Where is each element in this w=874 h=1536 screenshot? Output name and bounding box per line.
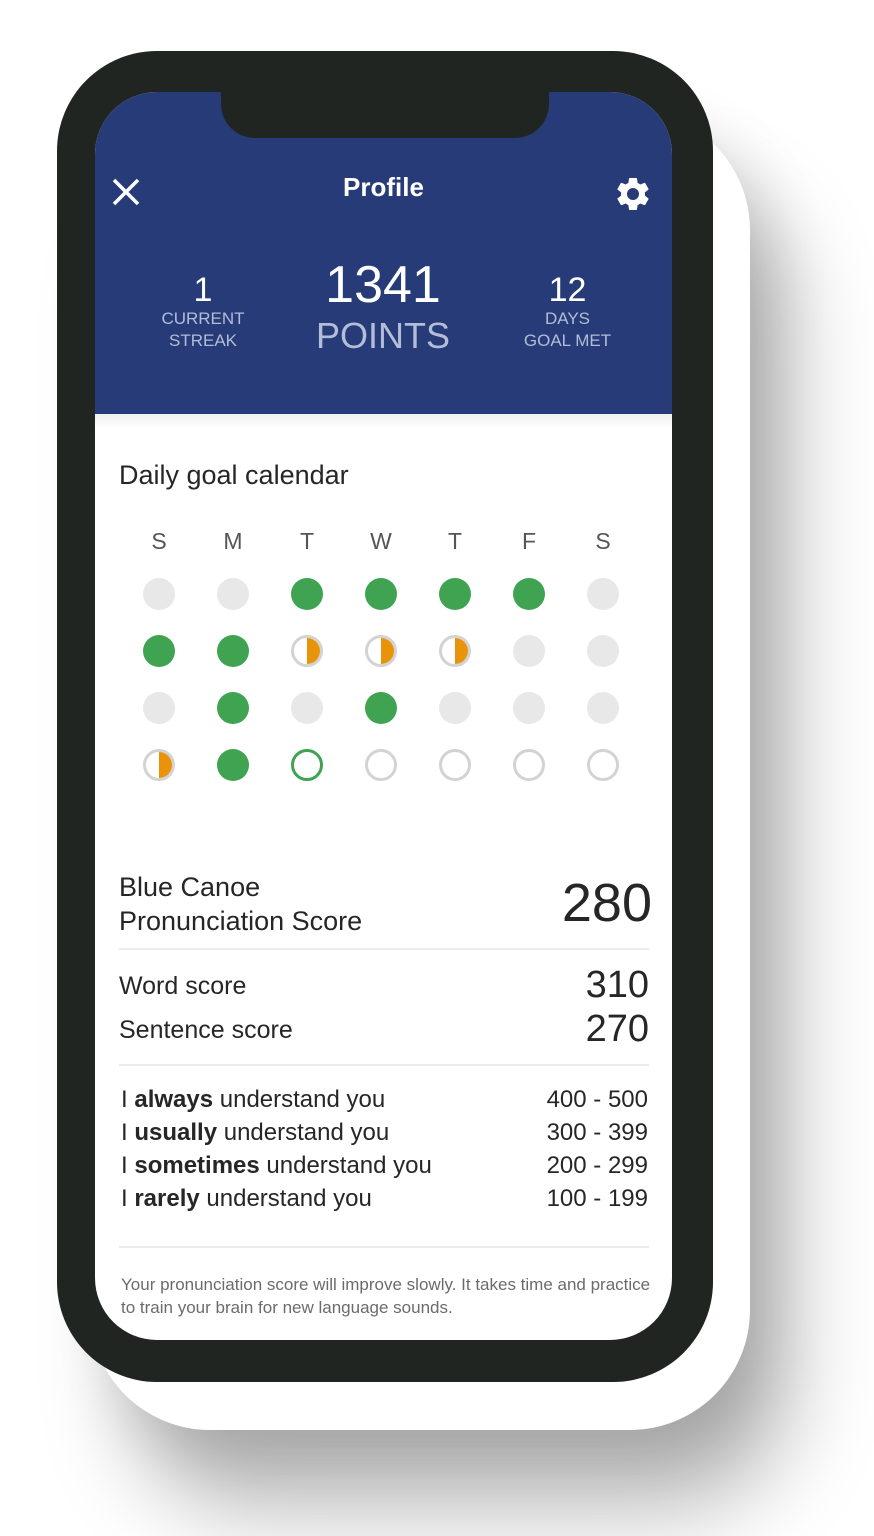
weekday-label: F xyxy=(521,528,537,554)
weekday-label: S xyxy=(595,528,611,554)
score-level-row: I sometimes understand you 200 - 299 xyxy=(121,1152,648,1180)
calendar-day-partial[interactable] xyxy=(291,635,323,667)
word-score-value: 310 xyxy=(585,964,649,1006)
word-score-row: Word score 310 xyxy=(119,964,649,1006)
level-prefix: I xyxy=(121,1152,128,1179)
calendar-day-met[interactable] xyxy=(365,578,397,610)
calendar-day-met[interactable] xyxy=(513,578,545,610)
level-range: 300 - 399 xyxy=(546,1119,648,1146)
score-level-row: I rarely understand you 100 - 199 xyxy=(121,1185,648,1213)
level-prefix: I xyxy=(121,1119,128,1146)
word-score-label: Word score xyxy=(119,972,247,1000)
gear-icon xyxy=(617,177,649,210)
calendar-day-empty[interactable] xyxy=(513,692,545,724)
settings-button[interactable] xyxy=(613,174,653,214)
score-title-line2: Pronunciation Score xyxy=(119,906,363,936)
streak-label-2: STREAK xyxy=(168,331,238,350)
divider xyxy=(119,1064,649,1066)
calendar-day-met[interactable] xyxy=(439,578,471,610)
calendar-day-future[interactable] xyxy=(439,749,471,781)
calendar-title: Daily goal calendar xyxy=(119,460,349,490)
points-stat: 1341 POINTS xyxy=(293,256,473,356)
level-range: 400 - 500 xyxy=(546,1086,648,1113)
days-goal-met-stat: 12 DAYS GOAL MET xyxy=(505,272,630,352)
weekday-label: W xyxy=(370,528,392,554)
level-suffix: understand you xyxy=(223,1119,390,1146)
level-suffix: understand you xyxy=(206,1185,372,1212)
score-title-line1: Blue Canoe xyxy=(119,872,261,902)
level-emphasis: always xyxy=(134,1086,214,1113)
calendar-day-met[interactable] xyxy=(217,749,249,781)
score-level-row: I usually understand you 300 - 399 xyxy=(121,1119,648,1147)
footnote: Your pronunciation score will improve sl… xyxy=(121,1275,651,1317)
calendar-day-empty[interactable] xyxy=(143,578,175,610)
days-label-2: GOAL MET xyxy=(523,331,612,350)
calendar-day-future[interactable] xyxy=(513,749,545,781)
streak-label-1: CURRENT xyxy=(161,309,245,328)
level-emphasis: rarely xyxy=(134,1185,200,1212)
calendar-day-partial[interactable] xyxy=(365,635,397,667)
level-prefix: I xyxy=(121,1086,128,1113)
divider xyxy=(119,948,649,950)
calendar-day-empty[interactable] xyxy=(587,578,619,610)
sentence-score-label: Sentence score xyxy=(119,1016,293,1044)
score-level-row: I always understand you 400 - 500 xyxy=(121,1086,648,1114)
days-value: 12 xyxy=(548,271,587,309)
level-suffix: understand you xyxy=(219,1086,386,1113)
calendar-day-future[interactable] xyxy=(365,749,397,781)
streak-value: 1 xyxy=(193,271,213,309)
level-suffix: understand you xyxy=(266,1152,432,1179)
calendar-day-met[interactable] xyxy=(217,692,249,724)
calendar-day-empty[interactable] xyxy=(587,635,619,667)
calendar-day-met[interactable] xyxy=(217,635,249,667)
app-screen: Profile 1 CURRENT STREAK 1341 POINTS 12 … xyxy=(95,92,672,1340)
calendar-day-empty[interactable] xyxy=(291,692,323,724)
calendar-day-met[interactable] xyxy=(143,635,175,667)
level-prefix: I xyxy=(121,1185,128,1212)
calendar-day-met[interactable] xyxy=(291,578,323,610)
calendar-day-empty[interactable] xyxy=(217,578,249,610)
weekday-label: T xyxy=(299,528,315,554)
days-label-1: DAYS xyxy=(544,309,591,328)
phone-frame: Profile 1 CURRENT STREAK 1341 POINTS 12 … xyxy=(57,51,713,1382)
level-range: 100 - 199 xyxy=(546,1185,648,1212)
calendar-day-empty[interactable] xyxy=(439,692,471,724)
level-emphasis: usually xyxy=(134,1119,218,1146)
header-shadow xyxy=(95,414,672,428)
weekday-label: M xyxy=(223,528,243,554)
calendar-day-partial[interactable] xyxy=(439,635,471,667)
level-emphasis: sometimes xyxy=(134,1152,260,1179)
sentence-score-value: 270 xyxy=(585,1008,649,1050)
calendar-day-today[interactable] xyxy=(291,749,323,781)
profile-header: Profile 1 CURRENT STREAK 1341 POINTS 12 … xyxy=(95,92,672,414)
calendar-day-future[interactable] xyxy=(587,749,619,781)
divider xyxy=(119,1246,649,1248)
pronunciation-score-title: Blue Canoe Pronunciation Score xyxy=(119,870,362,938)
current-streak-stat: 1 CURRENT STREAK xyxy=(143,272,263,352)
calendar-day-empty[interactable] xyxy=(143,692,175,724)
calendar-day-empty[interactable] xyxy=(513,635,545,667)
points-label: POINTS xyxy=(315,315,450,356)
points-value: 1341 xyxy=(325,256,441,314)
weekday-label: S xyxy=(151,528,167,554)
weekday-label: T xyxy=(447,528,463,554)
overall-score: 280 xyxy=(561,873,652,933)
phone-notch xyxy=(221,92,549,138)
calendar-day-met[interactable] xyxy=(365,692,397,724)
calendar-day-partial[interactable] xyxy=(143,749,175,781)
page-title: Profile xyxy=(343,172,424,202)
calendar-day-empty[interactable] xyxy=(587,692,619,724)
level-range: 200 - 299 xyxy=(546,1152,648,1179)
sentence-score-row: Sentence score 270 xyxy=(119,1008,649,1050)
